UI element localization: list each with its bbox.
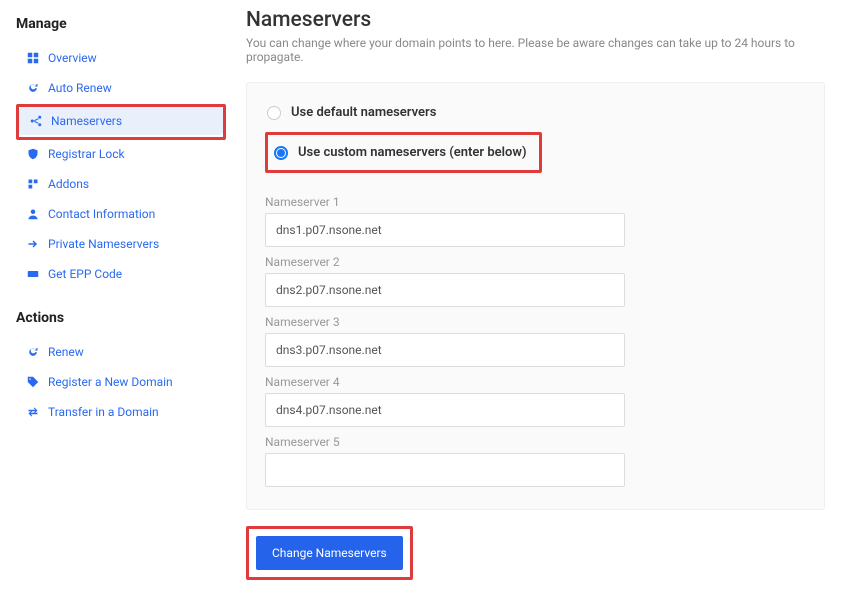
sidebar-item-overview[interactable]: Overview — [16, 44, 226, 72]
sidebar-item-label: Addons — [48, 177, 89, 191]
arrow-right-icon — [26, 237, 40, 251]
page-title: Nameservers — [246, 8, 825, 32]
sidebar-item-renew[interactable]: Renew — [16, 338, 226, 366]
sidebar-item-label: Auto Renew — [48, 81, 112, 95]
ns5-input[interactable] — [265, 453, 625, 487]
sidebar-item-label: Overview — [48, 51, 97, 65]
refresh-icon — [26, 345, 40, 359]
radio-custom-nameservers[interactable]: Use custom nameservers (enter below) — [272, 139, 529, 166]
refresh-icon — [26, 81, 40, 95]
ns3-input[interactable] — [265, 333, 625, 367]
sidebar-item-label: Register a New Domain — [48, 375, 173, 389]
sidebar-item-label: Renew — [48, 345, 84, 359]
radio-label: Use custom nameservers (enter below) — [298, 145, 527, 160]
highlight-box-nameservers: Nameservers — [16, 104, 226, 140]
shield-icon — [26, 147, 40, 161]
sidebar-item-register-domain[interactable]: Register a New Domain — [16, 368, 226, 396]
sidebar-item-registrar-lock[interactable]: Registrar Lock — [16, 140, 226, 168]
transfer-icon — [26, 405, 40, 419]
sidebar: Manage Overview Auto Renew Nameservers R… — [16, 8, 226, 600]
sidebar-section-actions: Actions — [16, 310, 226, 326]
sidebar-item-auto-renew[interactable]: Auto Renew — [16, 74, 226, 102]
radio-circle-icon — [267, 106, 281, 120]
main-content: Nameservers You can change where your do… — [226, 8, 845, 600]
sidebar-item-addons[interactable]: Addons — [16, 170, 226, 198]
ticket-icon — [26, 267, 40, 281]
sidebar-item-label: Private Nameservers — [48, 237, 159, 251]
sidebar-section-manage: Manage — [16, 16, 226, 32]
ns4-label: Nameserver 4 — [265, 375, 806, 389]
sidebar-item-label: Registrar Lock — [48, 147, 125, 161]
highlight-box-submit: Change Nameservers — [246, 526, 413, 580]
user-icon — [26, 207, 40, 221]
radio-default-nameservers[interactable]: Use default nameservers — [265, 99, 806, 126]
tag-icon — [26, 375, 40, 389]
radio-checked-icon — [274, 146, 288, 160]
ns3-label: Nameserver 3 — [265, 315, 806, 329]
addon-icon — [26, 177, 40, 191]
sidebar-item-contact-info[interactable]: Contact Information — [16, 200, 226, 228]
sidebar-item-label: Transfer in a Domain — [48, 405, 159, 419]
nameserver-panel: Use default nameservers Use custom names… — [246, 82, 825, 510]
overview-icon — [26, 51, 40, 65]
sidebar-item-transfer-domain[interactable]: Transfer in a Domain — [16, 398, 226, 426]
ns2-label: Nameserver 2 — [265, 255, 806, 269]
share-icon — [29, 114, 43, 128]
ns1-label: Nameserver 1 — [265, 195, 806, 209]
submit-row: Change Nameservers — [246, 526, 825, 580]
ns5-label: Nameserver 5 — [265, 435, 806, 449]
page-subtitle: You can change where your domain points … — [246, 36, 825, 64]
sidebar-item-label: Contact Information — [48, 207, 155, 221]
radio-label: Use default nameservers — [291, 105, 436, 120]
ns4-input[interactable] — [265, 393, 625, 427]
sidebar-item-private-ns[interactable]: Private Nameservers — [16, 230, 226, 258]
sidebar-item-label: Get EPP Code — [48, 267, 122, 281]
highlight-box-custom-ns: Use custom nameservers (enter below) — [265, 132, 542, 173]
ns1-input[interactable] — [265, 213, 625, 247]
sidebar-item-nameservers[interactable]: Nameservers — [19, 107, 223, 135]
change-nameservers-button[interactable]: Change Nameservers — [256, 536, 403, 570]
sidebar-item-epp-code[interactable]: Get EPP Code — [16, 260, 226, 288]
ns2-input[interactable] — [265, 273, 625, 307]
nameserver-fields: Nameserver 1 Nameserver 2 Nameserver 3 N… — [265, 195, 806, 487]
sidebar-item-label: Nameservers — [51, 114, 122, 128]
